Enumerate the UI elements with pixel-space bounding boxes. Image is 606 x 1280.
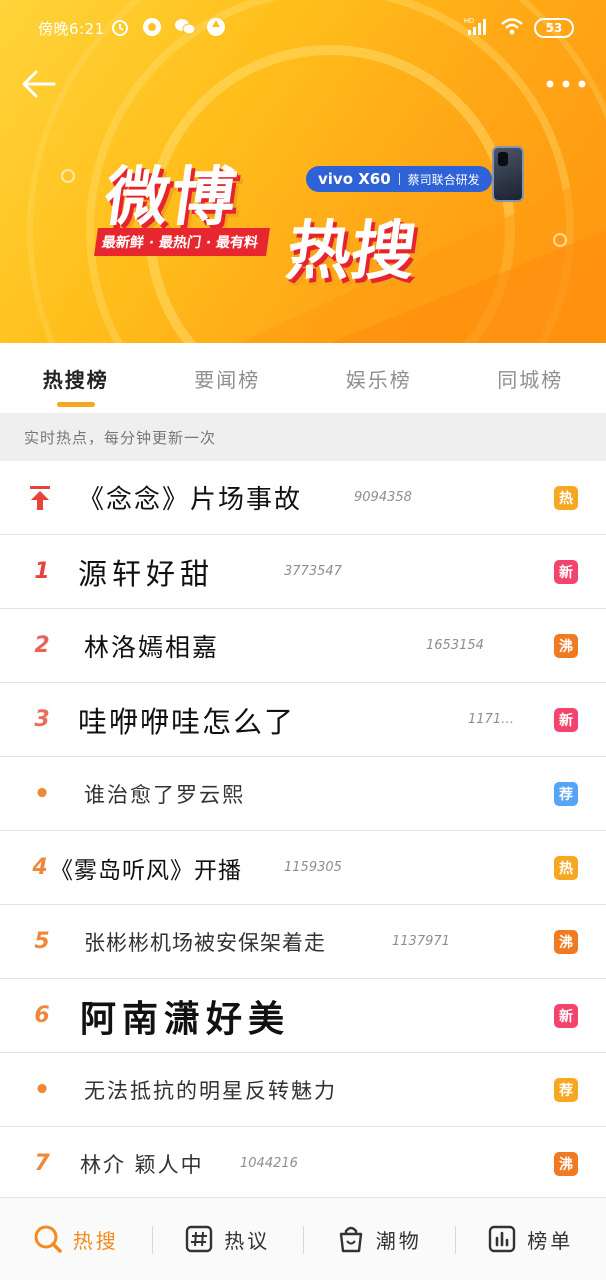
- list-item[interactable]: 5 张彬彬机场被安保架着走 1137971 沸: [0, 905, 606, 979]
- back-button[interactable]: [18, 64, 58, 104]
- list-item[interactable]: 4 《雾岛听风》开播 1159305 热: [0, 831, 606, 905]
- nav-label: 热搜: [72, 1228, 119, 1253]
- item-title: 无法抵抗的明星反转魅力: [84, 1078, 337, 1103]
- item-rank: 7: [34, 1151, 50, 1176]
- item-count: 1137971: [392, 934, 450, 949]
- boiling-badge: 沸: [554, 1151, 578, 1176]
- item-rank: 3: [34, 707, 50, 732]
- logo-title-weibo: 微博: [99, 161, 243, 235]
- sponsor-pill[interactable]: vivo X60 蔡司联合研发: [306, 166, 492, 192]
- back-arrow-icon: [22, 70, 56, 98]
- status-system-icons: HD 53: [464, 16, 574, 40]
- item-count: 1653154: [426, 638, 484, 653]
- nav-label: 热议: [224, 1228, 271, 1253]
- boiling-badge: 沸: [554, 929, 578, 954]
- item-rank: 6: [34, 1003, 50, 1028]
- wechat-icon: [174, 17, 196, 37]
- item-title: 张彬彬机场被安保架着走: [84, 930, 326, 955]
- hot-search-list: 《念念》片场事故 9094358 热 1 源轩好甜 3773547 新 2 林洛…: [0, 461, 606, 1201]
- item-title: 源轩好甜: [78, 556, 215, 591]
- bottom-navigation: 热搜 热议 潮物 榜单: [0, 1197, 606, 1280]
- nav-label: 榜单: [527, 1228, 574, 1253]
- more-dots-icon: [546, 80, 586, 88]
- nav-discussion[interactable]: 热议: [151, 1198, 304, 1280]
- list-item[interactable]: 《念念》片场事故 9094358 热: [0, 461, 606, 535]
- new-badge: 新: [554, 707, 578, 732]
- item-title: 《雾岛听风》开播: [50, 857, 242, 884]
- tab-news[interactable]: 要闻榜: [152, 343, 304, 413]
- list-item[interactable]: 2 林洛嫣相嘉 1653154 沸: [0, 609, 606, 683]
- tab-hot-search[interactable]: 热搜榜: [0, 343, 152, 413]
- status-notification-icons: [110, 17, 226, 37]
- shopping-bag-icon: [339, 1226, 362, 1253]
- item-title: 林洛嫣相嘉: [84, 632, 220, 662]
- search-icon: [34, 1225, 62, 1253]
- item-title: 哇咿咿哇怎么了: [78, 704, 296, 739]
- item-count: 1044216: [240, 1156, 298, 1171]
- logo-title-resou: 热搜: [281, 215, 421, 289]
- item-title: 谁治愈了罗云熙: [84, 782, 245, 807]
- tab-entertainment[interactable]: 娱乐榜: [303, 343, 455, 413]
- nav-rankings[interactable]: 榜单: [454, 1198, 606, 1280]
- nav-label: 潮物: [375, 1228, 422, 1253]
- status-time: 傍晚6:21: [38, 20, 105, 38]
- recommended-dot: •: [33, 778, 51, 809]
- shutter-app-icon: [206, 17, 226, 37]
- new-badge: 新: [554, 1003, 578, 1028]
- list-item[interactable]: 6 阿南潇好美 新: [0, 979, 606, 1053]
- recommended-badge: 荐: [554, 1077, 578, 1102]
- boiling-badge: 沸: [554, 633, 578, 658]
- nav-trendy-goods[interactable]: 潮物: [303, 1198, 455, 1280]
- logo-slogan: 最新鲜 · 最热门 · 最有料: [94, 228, 271, 256]
- sponsor-divider: [398, 173, 400, 185]
- item-count: 9094358: [354, 490, 412, 505]
- tab-local[interactable]: 同城榜: [455, 343, 606, 413]
- item-rank: 1: [34, 559, 50, 584]
- item-count: 1171…: [468, 712, 515, 727]
- sponsor-collab: 蔡司联合研发: [407, 172, 480, 187]
- hot-search-banner: 傍晚6:21 HD 53 微博 热搜 最新鲜 · 最热门 · 最有料 vivo …: [0, 0, 606, 343]
- sponsor-phone-image: [492, 146, 524, 202]
- item-rank: 5: [34, 929, 50, 954]
- nav-hot-search[interactable]: 热搜: [0, 1198, 152, 1280]
- more-options-button[interactable]: [544, 74, 590, 94]
- weibo-hot-search-logo: 微博 热搜 最新鲜 · 最热门 · 最有料 vivo X60 蔡司联合研发: [88, 140, 538, 290]
- realtime-hint: 实时热点，每分钟更新一次: [0, 413, 606, 461]
- ranking-tabs: 热搜榜 要闻榜 娱乐榜 同城榜: [0, 343, 606, 413]
- sponsor-model: vivo X60: [318, 170, 391, 188]
- new-badge: 新: [554, 559, 578, 584]
- hashtag-icon: [186, 1225, 213, 1253]
- list-item[interactable]: 1 源轩好甜 3773547 新: [0, 535, 606, 609]
- item-count: 3773547: [284, 564, 342, 579]
- app-notification-icon: [142, 17, 162, 37]
- status-bar: 傍晚6:21 HD 53: [0, 0, 606, 60]
- item-title: 林介 颖人中: [80, 1152, 204, 1177]
- hot-badge: 热: [554, 855, 578, 880]
- item-rank: 2: [34, 633, 50, 658]
- recommended-badge: 荐: [554, 781, 578, 806]
- pinned-top-icon: [30, 486, 50, 510]
- chart-icon: [489, 1225, 516, 1253]
- battery-indicator: 53: [534, 18, 574, 38]
- list-item[interactable]: 7 林介 颖人中 1044216 沸: [0, 1127, 606, 1201]
- item-count: 1159305: [284, 860, 342, 875]
- list-item[interactable]: • 谁治愈了罗云熙 荐: [0, 757, 606, 831]
- wifi-icon: [500, 16, 524, 40]
- signal-icon: HD: [464, 16, 490, 40]
- list-item[interactable]: • 无法抵抗的明星反转魅力 荐: [0, 1053, 606, 1127]
- hot-badge: 热: [554, 485, 578, 510]
- item-title: 阿南潇好美: [80, 998, 291, 1040]
- item-title: 《念念》片场事故: [78, 485, 303, 515]
- list-item[interactable]: 3 哇咿咿哇怎么了 1171… 新: [0, 683, 606, 757]
- svg-text:HD: HD: [464, 18, 474, 25]
- recommended-dot: •: [33, 1074, 51, 1105]
- alarm-icon: [110, 17, 130, 37]
